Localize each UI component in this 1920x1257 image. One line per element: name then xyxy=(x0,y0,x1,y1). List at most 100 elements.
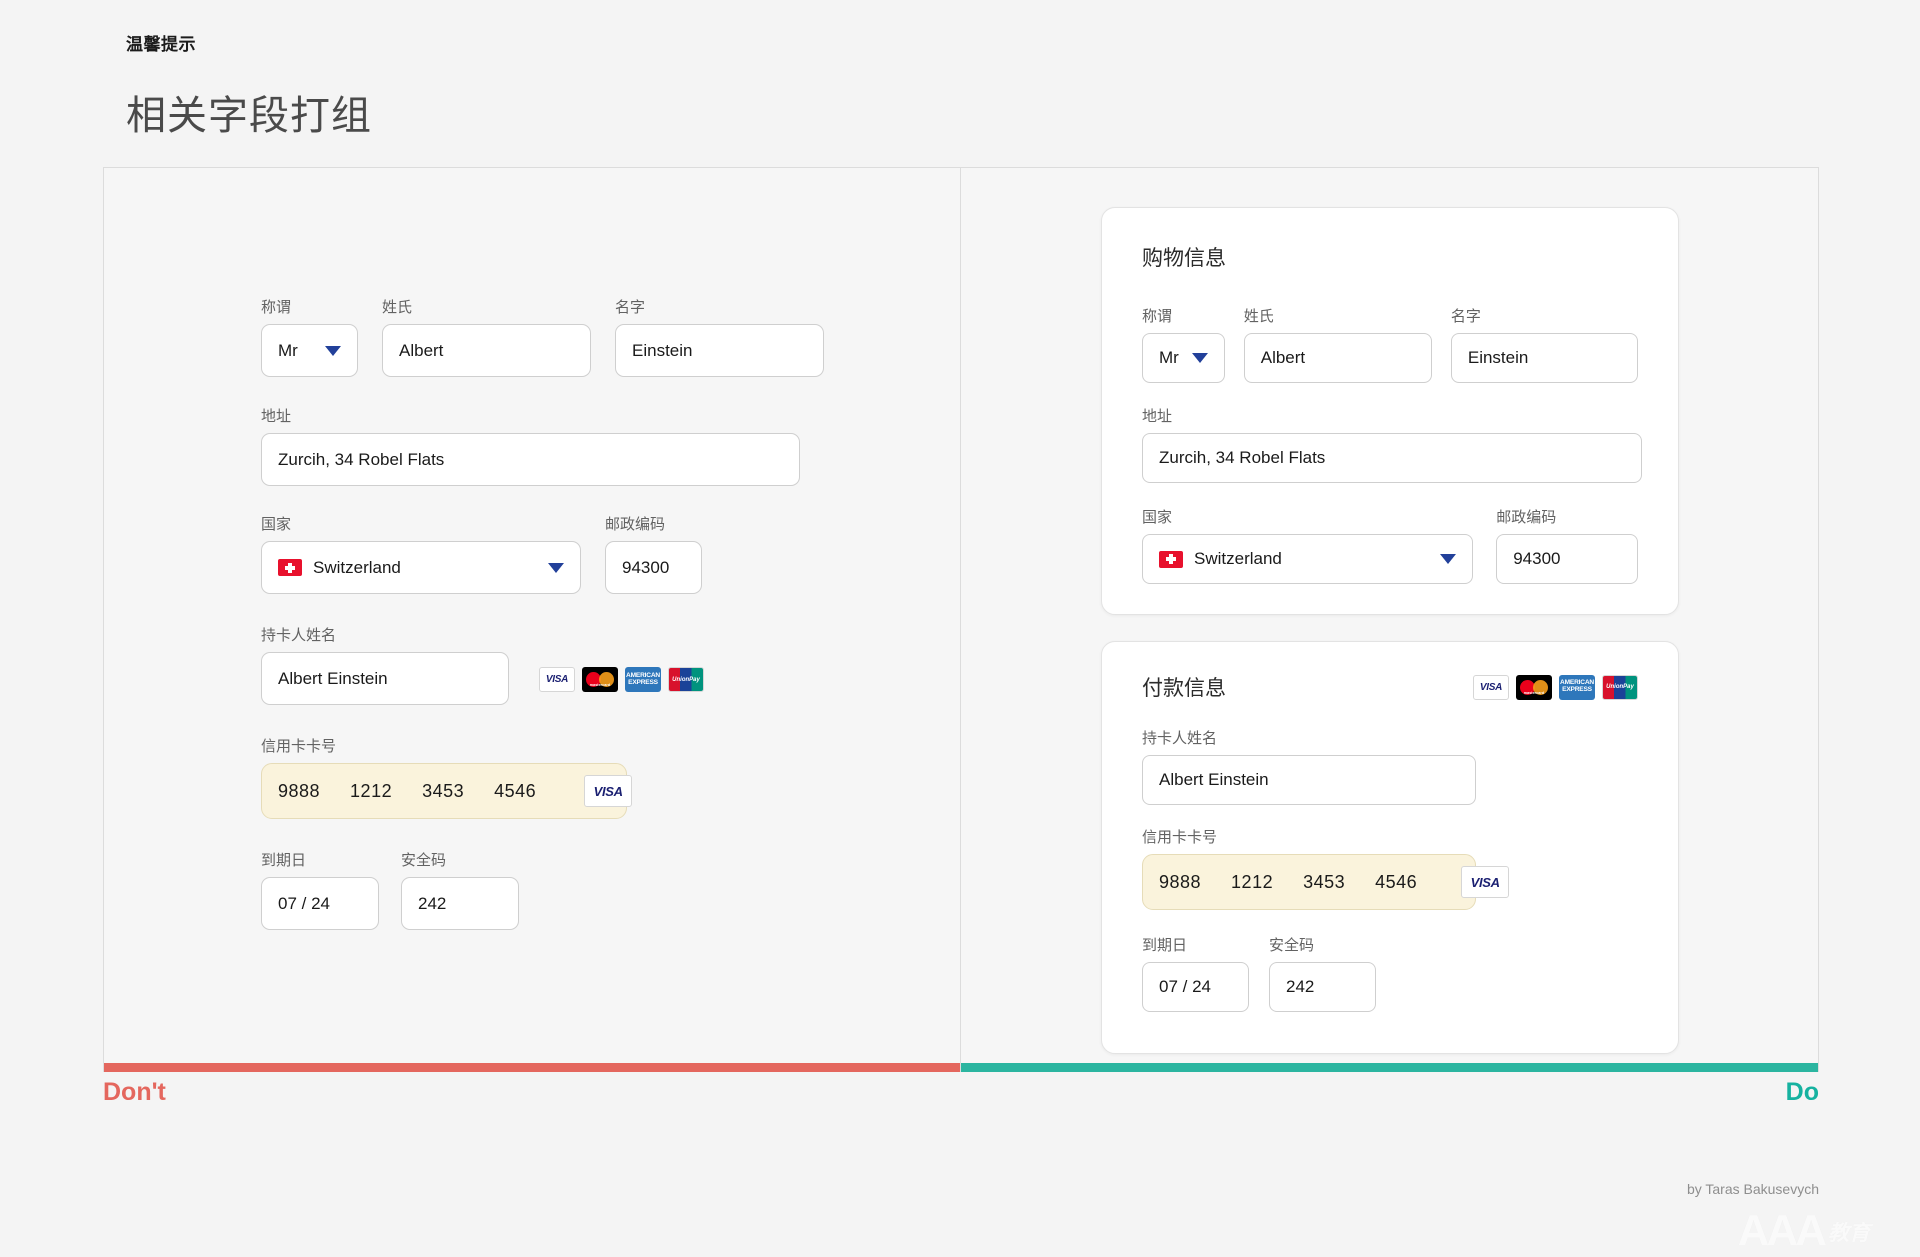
switzerland-flag-icon xyxy=(1159,550,1183,568)
dont-country-value: Switzerland xyxy=(313,557,401,577)
unionpay-icon: UnionPay xyxy=(1602,674,1638,700)
unionpay-wordmark: UnionPay xyxy=(1606,684,1634,690)
do-expiry-label: 到期日 xyxy=(1142,937,1188,954)
dont-expiry-group: 到期日 07 / 24 xyxy=(261,849,379,930)
chevron-down-icon xyxy=(1440,554,1457,564)
card-group-1: 9888 xyxy=(278,780,321,801)
amex-icon: AMERICAN EXPRESS xyxy=(625,667,661,692)
dont-expiry-input[interactable]: 07 / 24 xyxy=(261,877,379,930)
dont-cardholder-input[interactable]: Albert Einstein xyxy=(261,652,509,705)
do-address-input[interactable]: Zurcih, 34 Robel Flats xyxy=(1142,433,1642,483)
do-address-group: 地址 Zurcih, 34 Robel Flats xyxy=(1142,405,1642,483)
watermark: AAA 教育 xyxy=(1738,1209,1870,1253)
do-cvc-input[interactable]: 242 xyxy=(1269,962,1376,1012)
do-expiry-group: 到期日 07 / 24 xyxy=(1142,934,1249,1012)
do-accent-bar xyxy=(960,1063,1818,1072)
dont-last-name-input[interactable]: Einstein xyxy=(615,324,824,377)
amex-line-2: EXPRESS xyxy=(628,678,658,687)
payment-info-title: 付款信息 xyxy=(1142,677,1226,700)
card-group-4: 4546 xyxy=(1375,871,1418,892)
dont-card-number-input[interactable]: 9888 1212 3453 4546 VISA xyxy=(261,763,633,819)
do-cardholder-group: 持卡人姓名 Albert Einstein xyxy=(1142,727,1476,805)
dont-last-name-group: 名字 Einstein xyxy=(615,296,824,377)
do-first-name-group: 姓氏 Albert xyxy=(1243,305,1432,383)
do-salutation-value: Mr xyxy=(1159,348,1179,367)
do-country-label: 国家 xyxy=(1142,509,1173,526)
dont-salutation-value: Mr xyxy=(278,340,298,360)
do-card-number-input[interactable]: 9888 1212 3453 4546 VISA xyxy=(1142,854,1510,910)
dont-expiry-label: 到期日 xyxy=(261,852,307,869)
author-credit: by Taras Bakusevych xyxy=(1686,1181,1819,1197)
do-cvc-group: 安全码 242 xyxy=(1269,934,1376,1012)
unionpay-icon: UnionPay xyxy=(668,667,704,692)
dont-first-name-input[interactable]: Albert xyxy=(382,324,591,377)
do-card-number-label: 信用卡卡号 xyxy=(1142,829,1218,846)
do-cardholder-label: 持卡人姓名 xyxy=(1142,730,1218,747)
dont-address-group: 地址 Zurcih, 34 Robel Flats xyxy=(261,405,800,486)
chevron-down-icon xyxy=(1191,353,1208,363)
mastercard-icon: mastercard xyxy=(1516,674,1552,700)
dont-salutation-group: 称谓 Mr xyxy=(261,296,358,377)
dont-form: 称谓 Mr 姓氏 Albert 名字 Einstein 地址 Zurcih, 3… xyxy=(261,296,824,930)
chevron-down-icon xyxy=(548,562,564,573)
do-postal-label: 邮政编码 xyxy=(1496,509,1557,526)
do-last-name-label: 名字 xyxy=(1450,308,1481,325)
mastercard-wordmark: mastercard xyxy=(589,683,611,687)
shopping-info-title: 购物信息 xyxy=(1142,247,1226,270)
dont-cvc-label: 安全码 xyxy=(401,852,447,869)
do-country-group: 国家 Switzerland xyxy=(1142,506,1474,584)
dont-cardholder-label: 持卡人姓名 xyxy=(261,627,337,644)
do-card-number-group: 信用卡卡号 9888 1212 3453 4546 VISA xyxy=(1142,826,1510,910)
do-expiry-input[interactable]: 07 / 24 xyxy=(1142,962,1249,1012)
dont-cardholder-group: 持卡人姓名 Albert Einstein xyxy=(261,624,509,705)
do-first-name-label: 姓氏 xyxy=(1243,308,1274,325)
do-country-value: Switzerland xyxy=(1194,549,1282,568)
dont-name-row: 称谓 Mr 姓氏 Albert 名字 Einstein xyxy=(261,296,824,377)
do-last-name-input[interactable]: Einstein xyxy=(1450,333,1638,383)
page-header: 温馨提示 相关字段打组 xyxy=(126,30,372,141)
do-country-select[interactable]: Switzerland xyxy=(1142,534,1474,584)
dont-postal-label: 邮政编码 xyxy=(605,516,666,533)
do-postal-group: 邮政编码 94300 xyxy=(1496,506,1638,584)
dont-panel: 称谓 Mr 姓氏 Albert 名字 Einstein 地址 Zurcih, 3… xyxy=(104,168,961,1072)
dont-address-label: 地址 xyxy=(261,408,292,425)
do-address-label: 地址 xyxy=(1142,408,1173,425)
dont-cvc-input[interactable]: 242 xyxy=(401,877,519,930)
dont-cardholder-row: 持卡人姓名 Albert Einstein VISA mastercard AM… xyxy=(261,624,824,705)
dont-postal-input[interactable]: 94300 xyxy=(605,541,702,594)
do-last-name-group: 名字 Einstein xyxy=(1450,305,1638,383)
chevron-down-icon xyxy=(325,345,341,356)
watermark-cn-text: 教育 xyxy=(1828,1222,1870,1245)
dont-country-select[interactable]: Switzerland xyxy=(261,541,581,594)
dont-country-label: 国家 xyxy=(261,516,292,533)
do-geo-row: 国家 Switzerland 邮政编码 94300 xyxy=(1142,506,1638,584)
unionpay-wordmark: UnionPay xyxy=(672,676,700,683)
payment-info-card: 付款信息 VISA mastercard AMERICAN EXPRESS Un… xyxy=(1101,641,1679,1054)
do-salutation-select[interactable]: Mr xyxy=(1142,333,1225,383)
page-title: 相关字段打组 xyxy=(126,94,372,138)
do-postal-input[interactable]: 94300 xyxy=(1496,534,1638,584)
dont-accepted-cards: VISA mastercard AMERICAN EXPRESS UnionPa… xyxy=(539,667,704,692)
do-name-row: 称谓 Mr 姓氏 Albert 名字 Einstein xyxy=(1142,305,1638,383)
payment-info-header: 付款信息 VISA mastercard AMERICAN EXPRESS Un… xyxy=(1142,672,1638,702)
amex-icon: AMERICAN EXPRESS xyxy=(1559,674,1595,700)
card-group-3: 3453 xyxy=(1303,871,1346,892)
do-accepted-cards: VISA mastercard AMERICAN EXPRESS UnionPa… xyxy=(1473,674,1638,700)
dont-expiry-row: 到期日 07 / 24 安全码 242 xyxy=(261,849,824,930)
dont-address-input[interactable]: Zurcih, 34 Robel Flats xyxy=(261,433,800,486)
dont-postal-group: 邮政编码 94300 xyxy=(605,513,702,594)
dont-first-name-label: 姓氏 xyxy=(382,299,413,316)
do-first-name-input[interactable]: Albert xyxy=(1243,333,1432,383)
mastercard-icon: mastercard xyxy=(582,667,618,692)
shopping-info-card: 购物信息 称谓 Mr 姓氏 Albert 名字 Einstein 地址 Zurc… xyxy=(1101,207,1679,615)
do-cardholder-input[interactable]: Albert Einstein xyxy=(1142,755,1476,805)
card-group-2: 1212 xyxy=(1231,871,1274,892)
do-label: Do xyxy=(1785,1078,1819,1106)
dont-salutation-select[interactable]: Mr xyxy=(261,324,358,377)
visa-icon: VISA xyxy=(539,667,575,692)
dont-last-name-label: 名字 xyxy=(615,299,646,316)
dont-salutation-label: 称谓 xyxy=(261,299,292,316)
dont-first-name-group: 姓氏 Albert xyxy=(382,296,591,377)
dont-accent-bar xyxy=(104,1063,960,1072)
dont-card-number-group: 信用卡卡号 9888 1212 3453 4546 VISA xyxy=(261,735,633,819)
